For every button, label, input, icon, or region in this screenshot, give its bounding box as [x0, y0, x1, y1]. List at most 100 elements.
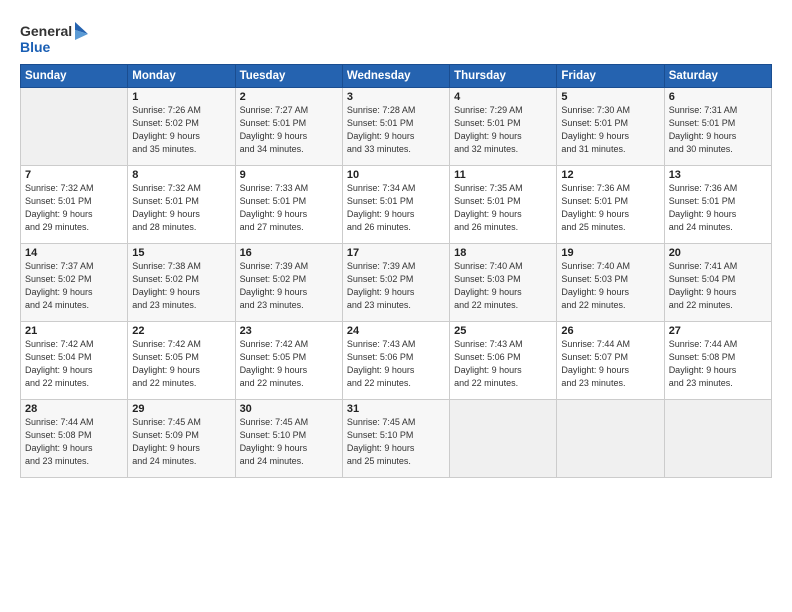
day-info: Sunrise: 7:38 AM Sunset: 5:02 PM Dayligh…	[132, 260, 230, 312]
calendar-cell: 10Sunrise: 7:34 AM Sunset: 5:01 PM Dayli…	[342, 166, 449, 244]
day-number: 23	[240, 325, 338, 337]
day-info: Sunrise: 7:26 AM Sunset: 5:02 PM Dayligh…	[132, 104, 230, 156]
day-number: 22	[132, 325, 230, 337]
weekday-header-row: SundayMondayTuesdayWednesdayThursdayFrid…	[21, 65, 772, 88]
day-number: 2	[240, 91, 338, 103]
day-info: Sunrise: 7:44 AM Sunset: 5:07 PM Dayligh…	[561, 338, 659, 390]
calendar-cell: 23Sunrise: 7:42 AM Sunset: 5:05 PM Dayli…	[235, 322, 342, 400]
svg-text:Blue: Blue	[20, 39, 51, 55]
day-number: 29	[132, 403, 230, 415]
day-info: Sunrise: 7:27 AM Sunset: 5:01 PM Dayligh…	[240, 104, 338, 156]
calendar-week-row: 28Sunrise: 7:44 AM Sunset: 5:08 PM Dayli…	[21, 400, 772, 478]
day-number: 11	[454, 169, 552, 181]
calendar-cell: 4Sunrise: 7:29 AM Sunset: 5:01 PM Daylig…	[450, 88, 557, 166]
calendar-cell: 1Sunrise: 7:26 AM Sunset: 5:02 PM Daylig…	[128, 88, 235, 166]
calendar-cell: 27Sunrise: 7:44 AM Sunset: 5:08 PM Dayli…	[664, 322, 771, 400]
day-info: Sunrise: 7:36 AM Sunset: 5:01 PM Dayligh…	[561, 182, 659, 234]
day-number: 3	[347, 91, 445, 103]
day-number: 25	[454, 325, 552, 337]
day-number: 30	[240, 403, 338, 415]
day-info: Sunrise: 7:40 AM Sunset: 5:03 PM Dayligh…	[561, 260, 659, 312]
day-info: Sunrise: 7:44 AM Sunset: 5:08 PM Dayligh…	[25, 416, 123, 468]
day-number: 6	[669, 91, 767, 103]
weekday-header: Monday	[128, 65, 235, 88]
day-number: 31	[347, 403, 445, 415]
day-info: Sunrise: 7:44 AM Sunset: 5:08 PM Dayligh…	[669, 338, 767, 390]
calendar-cell: 29Sunrise: 7:45 AM Sunset: 5:09 PM Dayli…	[128, 400, 235, 478]
calendar-cell: 18Sunrise: 7:40 AM Sunset: 5:03 PM Dayli…	[450, 244, 557, 322]
day-info: Sunrise: 7:45 AM Sunset: 5:10 PM Dayligh…	[240, 416, 338, 468]
calendar-cell: 16Sunrise: 7:39 AM Sunset: 5:02 PM Dayli…	[235, 244, 342, 322]
logo-icon: GeneralBlue	[20, 18, 90, 58]
day-number: 14	[25, 247, 123, 259]
calendar-cell: 30Sunrise: 7:45 AM Sunset: 5:10 PM Dayli…	[235, 400, 342, 478]
calendar-cell: 21Sunrise: 7:42 AM Sunset: 5:04 PM Dayli…	[21, 322, 128, 400]
day-number: 27	[669, 325, 767, 337]
day-info: Sunrise: 7:42 AM Sunset: 5:05 PM Dayligh…	[240, 338, 338, 390]
day-info: Sunrise: 7:45 AM Sunset: 5:09 PM Dayligh…	[132, 416, 230, 468]
day-info: Sunrise: 7:37 AM Sunset: 5:02 PM Dayligh…	[25, 260, 123, 312]
calendar-cell: 3Sunrise: 7:28 AM Sunset: 5:01 PM Daylig…	[342, 88, 449, 166]
calendar-cell: 17Sunrise: 7:39 AM Sunset: 5:02 PM Dayli…	[342, 244, 449, 322]
calendar-cell	[557, 400, 664, 478]
calendar-cell: 11Sunrise: 7:35 AM Sunset: 5:01 PM Dayli…	[450, 166, 557, 244]
day-number: 20	[669, 247, 767, 259]
calendar-cell: 24Sunrise: 7:43 AM Sunset: 5:06 PM Dayli…	[342, 322, 449, 400]
calendar-cell	[664, 400, 771, 478]
day-info: Sunrise: 7:34 AM Sunset: 5:01 PM Dayligh…	[347, 182, 445, 234]
weekday-header: Thursday	[450, 65, 557, 88]
day-info: Sunrise: 7:43 AM Sunset: 5:06 PM Dayligh…	[347, 338, 445, 390]
day-info: Sunrise: 7:32 AM Sunset: 5:01 PM Dayligh…	[25, 182, 123, 234]
day-info: Sunrise: 7:40 AM Sunset: 5:03 PM Dayligh…	[454, 260, 552, 312]
calendar-cell	[21, 88, 128, 166]
calendar-week-row: 7Sunrise: 7:32 AM Sunset: 5:01 PM Daylig…	[21, 166, 772, 244]
weekday-header: Friday	[557, 65, 664, 88]
day-number: 21	[25, 325, 123, 337]
calendar-week-row: 21Sunrise: 7:42 AM Sunset: 5:04 PM Dayli…	[21, 322, 772, 400]
calendar-cell: 28Sunrise: 7:44 AM Sunset: 5:08 PM Dayli…	[21, 400, 128, 478]
day-number: 19	[561, 247, 659, 259]
day-info: Sunrise: 7:31 AM Sunset: 5:01 PM Dayligh…	[669, 104, 767, 156]
weekday-header: Wednesday	[342, 65, 449, 88]
calendar-cell: 14Sunrise: 7:37 AM Sunset: 5:02 PM Dayli…	[21, 244, 128, 322]
day-number: 16	[240, 247, 338, 259]
day-info: Sunrise: 7:36 AM Sunset: 5:01 PM Dayligh…	[669, 182, 767, 234]
day-info: Sunrise: 7:42 AM Sunset: 5:04 PM Dayligh…	[25, 338, 123, 390]
day-info: Sunrise: 7:28 AM Sunset: 5:01 PM Dayligh…	[347, 104, 445, 156]
calendar-table: SundayMondayTuesdayWednesdayThursdayFrid…	[20, 64, 772, 478]
day-number: 1	[132, 91, 230, 103]
day-number: 13	[669, 169, 767, 181]
page-header: GeneralBlue	[20, 18, 772, 58]
day-number: 5	[561, 91, 659, 103]
day-number: 9	[240, 169, 338, 181]
calendar-cell: 26Sunrise: 7:44 AM Sunset: 5:07 PM Dayli…	[557, 322, 664, 400]
logo: GeneralBlue	[20, 18, 92, 58]
weekday-header: Tuesday	[235, 65, 342, 88]
calendar-cell: 5Sunrise: 7:30 AM Sunset: 5:01 PM Daylig…	[557, 88, 664, 166]
calendar-cell: 22Sunrise: 7:42 AM Sunset: 5:05 PM Dayli…	[128, 322, 235, 400]
svg-text:General: General	[20, 23, 72, 39]
calendar-cell: 31Sunrise: 7:45 AM Sunset: 5:10 PM Dayli…	[342, 400, 449, 478]
day-info: Sunrise: 7:33 AM Sunset: 5:01 PM Dayligh…	[240, 182, 338, 234]
calendar-cell: 12Sunrise: 7:36 AM Sunset: 5:01 PM Dayli…	[557, 166, 664, 244]
day-number: 8	[132, 169, 230, 181]
weekday-header: Saturday	[664, 65, 771, 88]
calendar-cell: 2Sunrise: 7:27 AM Sunset: 5:01 PM Daylig…	[235, 88, 342, 166]
day-number: 18	[454, 247, 552, 259]
calendar-cell	[450, 400, 557, 478]
day-number: 12	[561, 169, 659, 181]
day-number: 15	[132, 247, 230, 259]
calendar-cell: 6Sunrise: 7:31 AM Sunset: 5:01 PM Daylig…	[664, 88, 771, 166]
day-number: 4	[454, 91, 552, 103]
day-number: 7	[25, 169, 123, 181]
day-info: Sunrise: 7:39 AM Sunset: 5:02 PM Dayligh…	[347, 260, 445, 312]
calendar-page: GeneralBlue SundayMondayTuesdayWednesday…	[0, 0, 792, 612]
day-info: Sunrise: 7:30 AM Sunset: 5:01 PM Dayligh…	[561, 104, 659, 156]
day-info: Sunrise: 7:42 AM Sunset: 5:05 PM Dayligh…	[132, 338, 230, 390]
day-info: Sunrise: 7:29 AM Sunset: 5:01 PM Dayligh…	[454, 104, 552, 156]
day-number: 10	[347, 169, 445, 181]
day-info: Sunrise: 7:35 AM Sunset: 5:01 PM Dayligh…	[454, 182, 552, 234]
calendar-week-row: 14Sunrise: 7:37 AM Sunset: 5:02 PM Dayli…	[21, 244, 772, 322]
calendar-cell: 19Sunrise: 7:40 AM Sunset: 5:03 PM Dayli…	[557, 244, 664, 322]
day-info: Sunrise: 7:39 AM Sunset: 5:02 PM Dayligh…	[240, 260, 338, 312]
